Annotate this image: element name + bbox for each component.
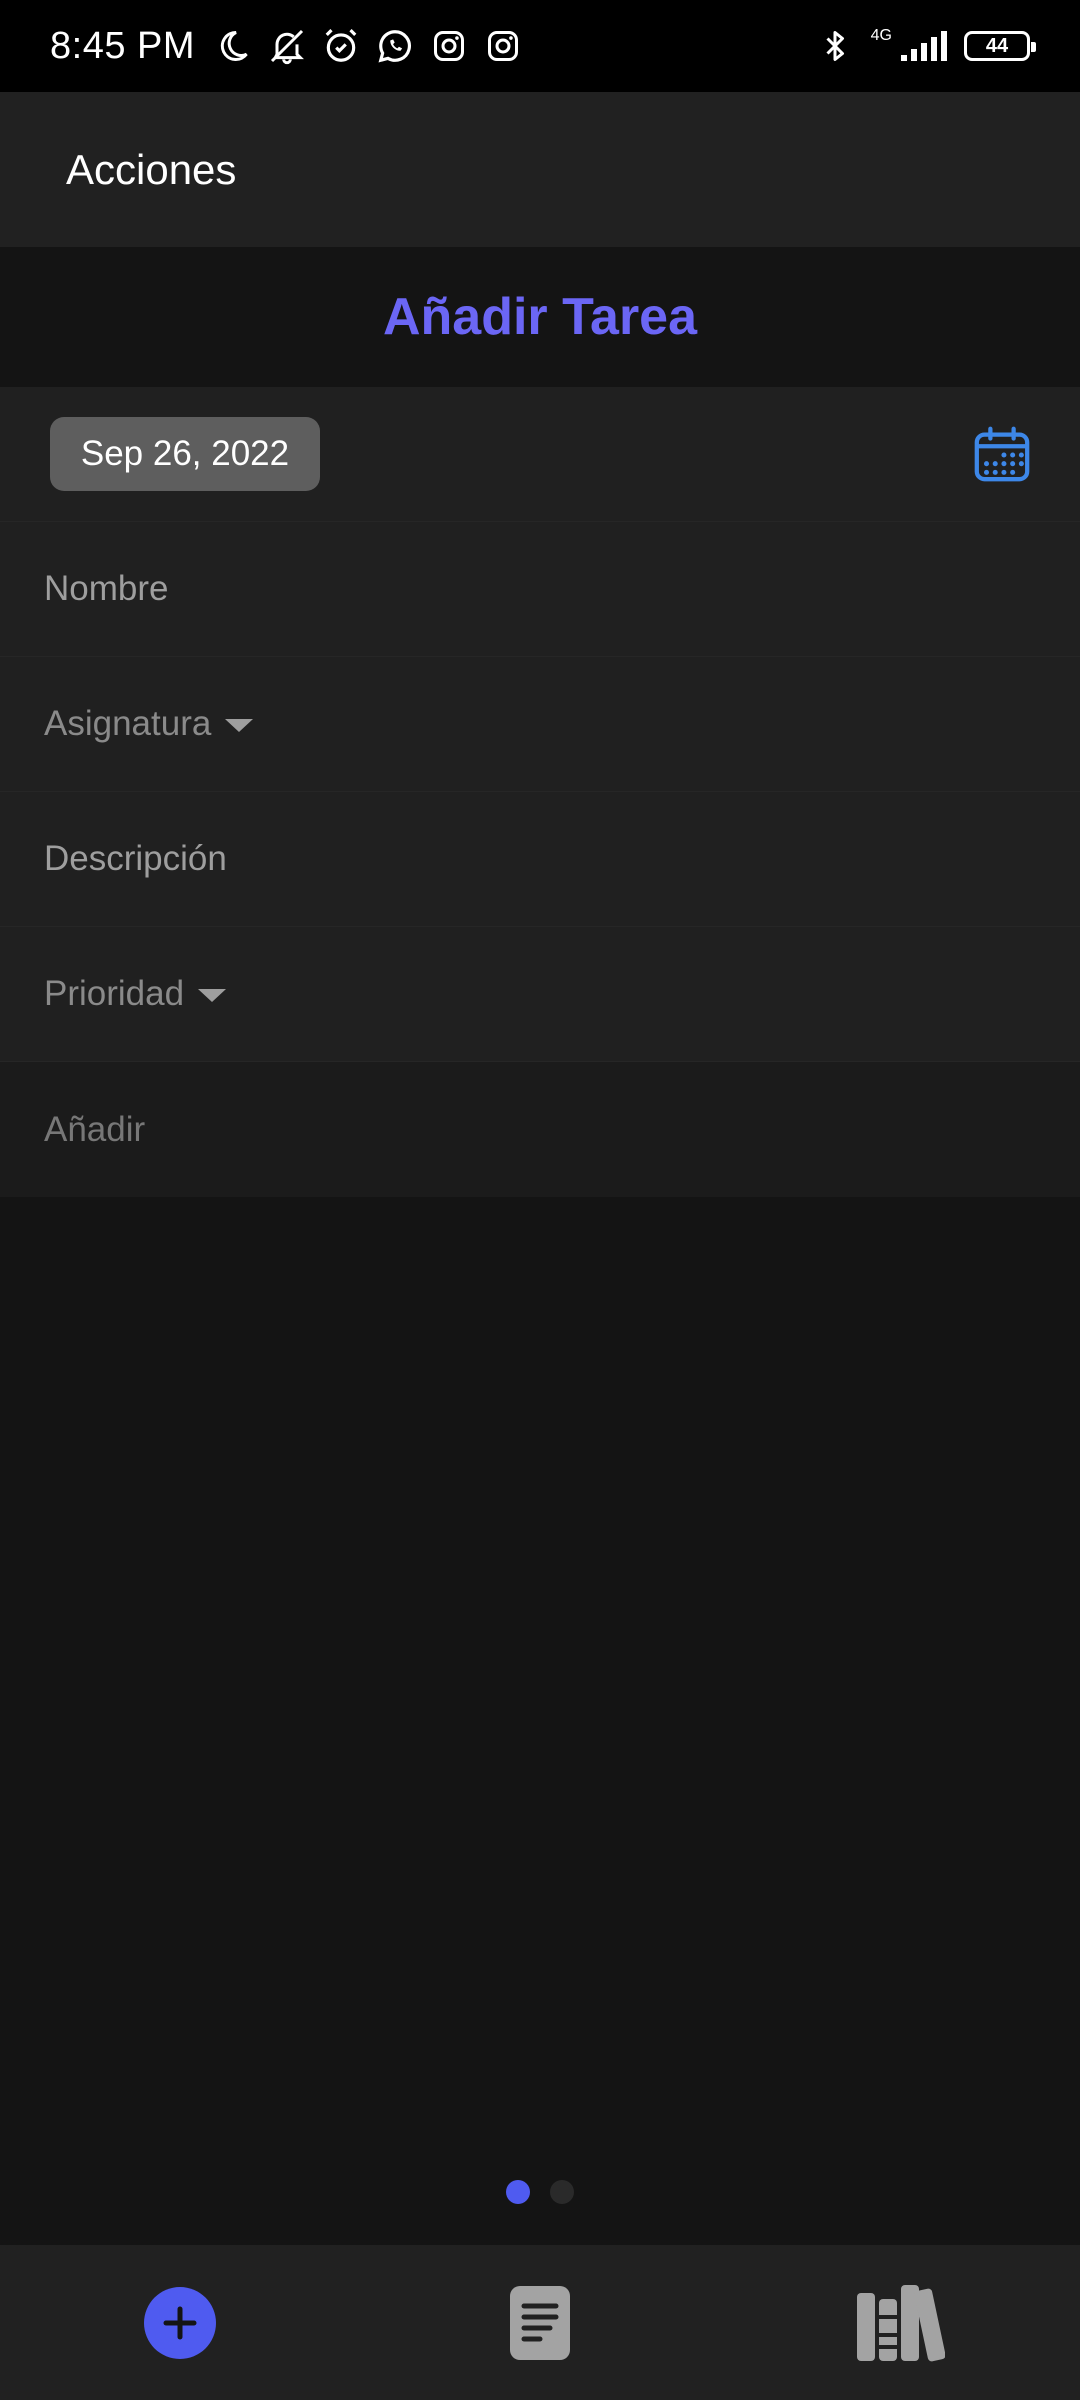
network-type: 4G bbox=[870, 27, 892, 44]
form-title: Añadir Tarea bbox=[382, 288, 698, 346]
priority-dropdown[interactable]: Prioridad bbox=[0, 927, 1080, 1062]
form-header: Añadir Tarea bbox=[0, 247, 1080, 387]
moon-icon bbox=[213, 26, 253, 66]
document-icon bbox=[510, 2285, 570, 2360]
add-circle-icon bbox=[144, 2286, 216, 2359]
screen: 8:45 PM 4G 44 Acciones Añadir Tarea Sep … bbox=[0, 0, 1080, 2400]
nav-add-task[interactable] bbox=[90, 2263, 270, 2383]
bottom-nav bbox=[0, 2245, 1080, 2400]
priority-placeholder: Prioridad bbox=[44, 974, 185, 1013]
date-chip[interactable]: Sep 26, 2022 bbox=[50, 417, 320, 491]
nav-subjects[interactable] bbox=[810, 2263, 990, 2383]
battery-level: 44 bbox=[985, 34, 1009, 57]
whatsapp-icon bbox=[375, 26, 415, 66]
description-placeholder: Descripción bbox=[44, 839, 227, 878]
subject-placeholder: Asignatura bbox=[44, 704, 212, 743]
library-icon bbox=[857, 2284, 945, 2361]
name-placeholder: Nombre bbox=[44, 569, 169, 608]
instagram-icon bbox=[429, 26, 469, 66]
status-time: 8:45 PM bbox=[50, 24, 196, 67]
app-bar: Acciones bbox=[0, 92, 1080, 247]
page-dot[interactable] bbox=[550, 2180, 574, 2204]
calendar-button[interactable] bbox=[970, 422, 1034, 486]
instagram-icon bbox=[483, 26, 523, 66]
app-title: Acciones bbox=[66, 145, 237, 193]
chevron-down-icon bbox=[198, 988, 227, 1002]
calendar-icon bbox=[974, 426, 1030, 482]
nav-tasks[interactable] bbox=[450, 2263, 630, 2383]
battery-icon: 44 bbox=[964, 31, 1036, 61]
signal-icon bbox=[898, 26, 948, 66]
description-field[interactable]: Descripción bbox=[0, 792, 1080, 927]
page-indicator bbox=[0, 2180, 1080, 2212]
name-field[interactable]: Nombre bbox=[0, 522, 1080, 657]
mute-icon bbox=[267, 26, 307, 66]
add-button[interactable]: Añadir bbox=[0, 1062, 1080, 1197]
alarm-icon bbox=[321, 26, 361, 66]
subject-dropdown[interactable]: Asignatura bbox=[0, 657, 1080, 792]
page-dot-active[interactable] bbox=[506, 2180, 530, 2204]
add-label: Añadir bbox=[44, 1109, 146, 1149]
date-row: Sep 26, 2022 bbox=[0, 387, 1080, 522]
status-left: 8:45 PM bbox=[50, 25, 523, 68]
status-right: 4G 44 bbox=[815, 26, 1036, 66]
chevron-down-icon bbox=[225, 718, 254, 732]
bluetooth-icon bbox=[815, 26, 855, 66]
status-bar: 8:45 PM 4G 44 bbox=[0, 0, 1080, 92]
